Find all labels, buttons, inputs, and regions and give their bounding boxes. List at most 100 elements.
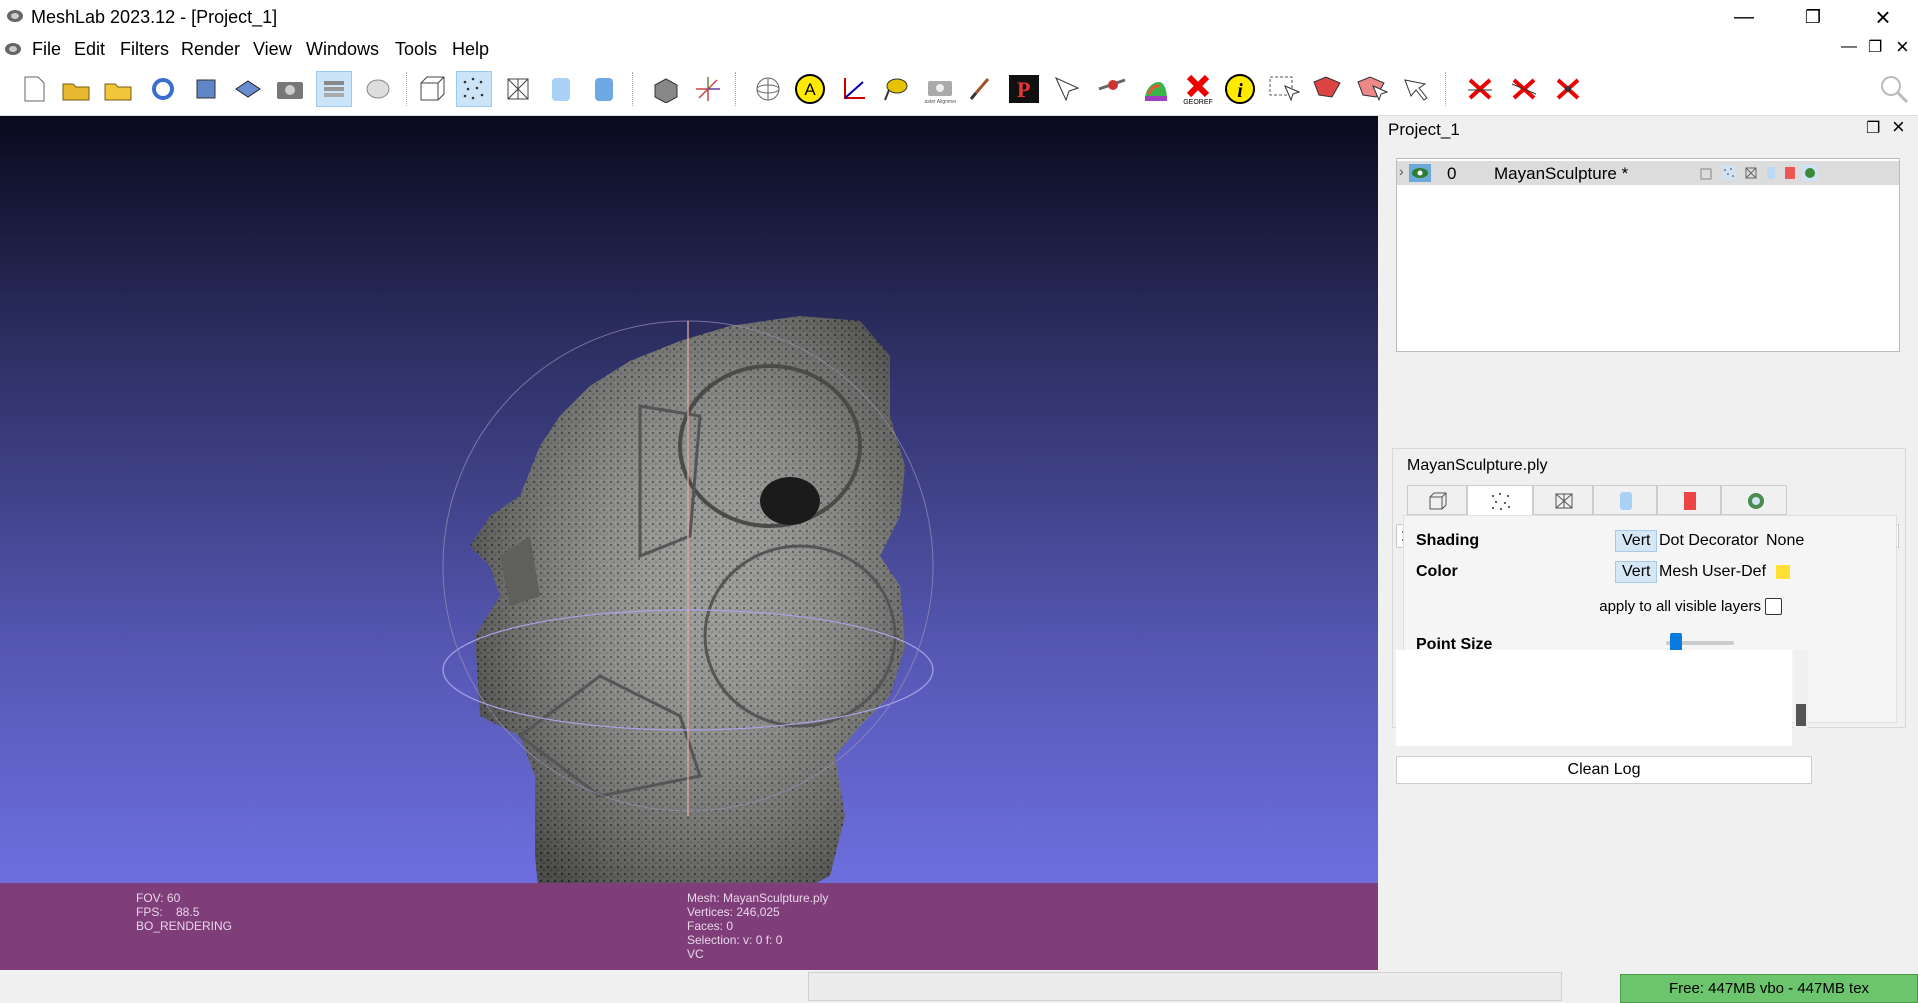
log-area[interactable]	[1396, 650, 1792, 746]
color-mode-label: VC	[687, 947, 704, 961]
toolbar: A Raster Alignment P GEOREF i	[0, 64, 1918, 116]
export-mesh-icon[interactable]	[230, 71, 266, 107]
mdi-close-icon[interactable]: ×	[1896, 34, 1909, 60]
trackball-icon[interactable]	[750, 71, 786, 107]
delete-faces-icon[interactable]	[1462, 71, 1498, 107]
search-icon[interactable]	[1876, 71, 1912, 107]
mesh-render[interactable]	[0, 116, 1378, 883]
menu-file[interactable]: File	[32, 39, 61, 60]
mesh-info: Mesh: MayanSculpture.ply Vertices: 246,0…	[687, 891, 828, 961]
layer-flat-icon[interactable]	[1765, 166, 1777, 180]
tab-bbox[interactable]	[1407, 485, 1467, 515]
fps-label: FPS: 88.5	[136, 905, 200, 919]
georef-icon[interactable]: GEOREF	[1180, 71, 1216, 107]
tab-wireframe[interactable]	[1533, 485, 1593, 515]
select-faces-rect-icon[interactable]	[1266, 71, 1302, 107]
menu-windows[interactable]: Windows	[306, 39, 379, 60]
maximize-button[interactable]: ❐	[1782, 0, 1844, 34]
annotation-icon[interactable]: A	[792, 71, 828, 107]
color-user-def-option[interactable]: User-Def	[1702, 563, 1766, 581]
layer-texture-icon[interactable]	[1783, 165, 1797, 181]
visibility-eye-icon[interactable]	[1409, 164, 1431, 182]
color-vert-option[interactable]: Vert	[1615, 561, 1658, 583]
wireframe-render-icon[interactable]	[500, 71, 536, 107]
menu-view[interactable]: View	[253, 39, 292, 60]
expand-chevron-icon[interactable]: ›	[1399, 163, 1404, 179]
layer-bbox-icon[interactable]	[1700, 166, 1714, 180]
apply-all-checkbox[interactable]	[1765, 598, 1782, 615]
svg-text:P: P	[1017, 77, 1030, 102]
import-mesh-icon[interactable]	[100, 71, 136, 107]
layer-list[interactable]: › 0 MayanSculpture *	[1396, 158, 1900, 352]
points-render-icon[interactable]	[456, 71, 492, 107]
3d-viewport[interactable]	[0, 116, 1378, 883]
delete-vertices-icon[interactable]	[1550, 71, 1586, 107]
open-project-icon[interactable]	[58, 71, 94, 107]
tab-solid[interactable]	[1593, 485, 1657, 515]
reload-icon[interactable]	[145, 71, 181, 107]
menu-filters[interactable]: Filters	[120, 39, 169, 60]
layer-wireframe-icon[interactable]	[1744, 166, 1758, 180]
layer-panel: Project_1 ❐ × › 0 MayanSculpture * 1 2 3…	[1382, 114, 1918, 970]
select-z-icon[interactable]	[1354, 71, 1390, 107]
layer-name[interactable]: MayanSculpture *	[1494, 164, 1628, 184]
new-project-icon[interactable]	[16, 71, 52, 107]
mdi-minimize-icon[interactable]: —	[1841, 38, 1857, 56]
shading-dot-decorator-option[interactable]: Dot Decorator	[1659, 532, 1759, 550]
tab-points[interactable]	[1467, 485, 1533, 516]
axis-icon[interactable]	[690, 71, 726, 107]
select-connected-icon[interactable]	[1310, 71, 1346, 107]
brush-icon[interactable]	[962, 71, 998, 107]
clean-log-button[interactable]: Clean Log	[1396, 756, 1812, 784]
smooth-render-icon[interactable]	[586, 71, 622, 107]
align-icon[interactable]	[1138, 71, 1174, 107]
close-icon: ×	[1875, 1, 1891, 32]
pick-points-icon[interactable]: P	[1006, 71, 1042, 107]
flat-render-icon[interactable]	[543, 71, 579, 107]
minimize-button[interactable]: —	[1713, 0, 1775, 34]
menu-render[interactable]: Render	[181, 39, 240, 60]
measure-icon[interactable]	[836, 71, 872, 107]
point-size-slider[interactable]	[1666, 633, 1734, 651]
svg-text:i: i	[1237, 80, 1243, 102]
meshlab-logo-icon	[7, 10, 23, 22]
lighting-icon[interactable]	[648, 71, 684, 107]
shading-vert-option[interactable]: Vert	[1615, 530, 1658, 552]
bbox-render-icon[interactable]	[414, 71, 450, 107]
raster-layer-icon[interactable]	[360, 71, 396, 107]
close-window-button[interactable]: ×	[1852, 0, 1914, 34]
menu-help[interactable]: Help	[452, 39, 489, 60]
tab-decorators[interactable]	[1721, 485, 1787, 515]
tab-texture[interactable]	[1657, 485, 1721, 515]
panel-close-icon[interactable]: ×	[1892, 114, 1905, 140]
color-label: Color	[1416, 563, 1458, 580]
reload-all-icon[interactable]	[188, 71, 224, 107]
select-pointer-icon[interactable]	[1398, 71, 1434, 107]
meshlab-menu-icon[interactable]	[4, 41, 22, 57]
paint-icon[interactable]	[878, 71, 914, 107]
shading-none-option[interactable]: None	[1766, 532, 1804, 550]
color-mesh-option[interactable]: Mesh	[1659, 563, 1698, 581]
user-color-swatch[interactable]	[1776, 565, 1790, 579]
snapshot-icon[interactable]	[272, 71, 308, 107]
panel-float-icon[interactable]: ❐	[1866, 118, 1880, 138]
menu-tools[interactable]: Tools	[395, 39, 437, 60]
render-info: FOV: 60 FPS: 88.5 BO_RENDERING	[136, 891, 232, 933]
log-scrollbar[interactable]	[1794, 650, 1808, 746]
point-size-slider-handle[interactable]	[1670, 633, 1682, 651]
info-icon[interactable]: i	[1222, 71, 1258, 107]
layer-dialog-icon[interactable]	[316, 71, 352, 107]
log-scrollbar-thumb[interactable]	[1796, 704, 1806, 726]
layer-points-icon[interactable]	[1722, 166, 1736, 180]
texture-tab-icon	[1684, 492, 1696, 510]
layer-row[interactable]: › 0 MayanSculpture *	[1397, 161, 1899, 185]
delete-faces-vertices-icon[interactable]	[1506, 71, 1542, 107]
layer-decorator-icon[interactable]	[1802, 165, 1818, 181]
edit-manip-icon[interactable]	[1094, 71, 1130, 107]
menu-edit[interactable]: Edit	[74, 39, 105, 60]
raster-align-icon[interactable]: Raster Alignment	[922, 71, 958, 107]
mdi-restore-icon[interactable]: ❐	[1868, 37, 1882, 57]
vertices-label: Vertices: 246,025	[687, 905, 780, 919]
menu-bar: File Edit Filters Render View Windows To…	[0, 34, 1918, 64]
select-vertices-icon[interactable]	[1050, 71, 1086, 107]
